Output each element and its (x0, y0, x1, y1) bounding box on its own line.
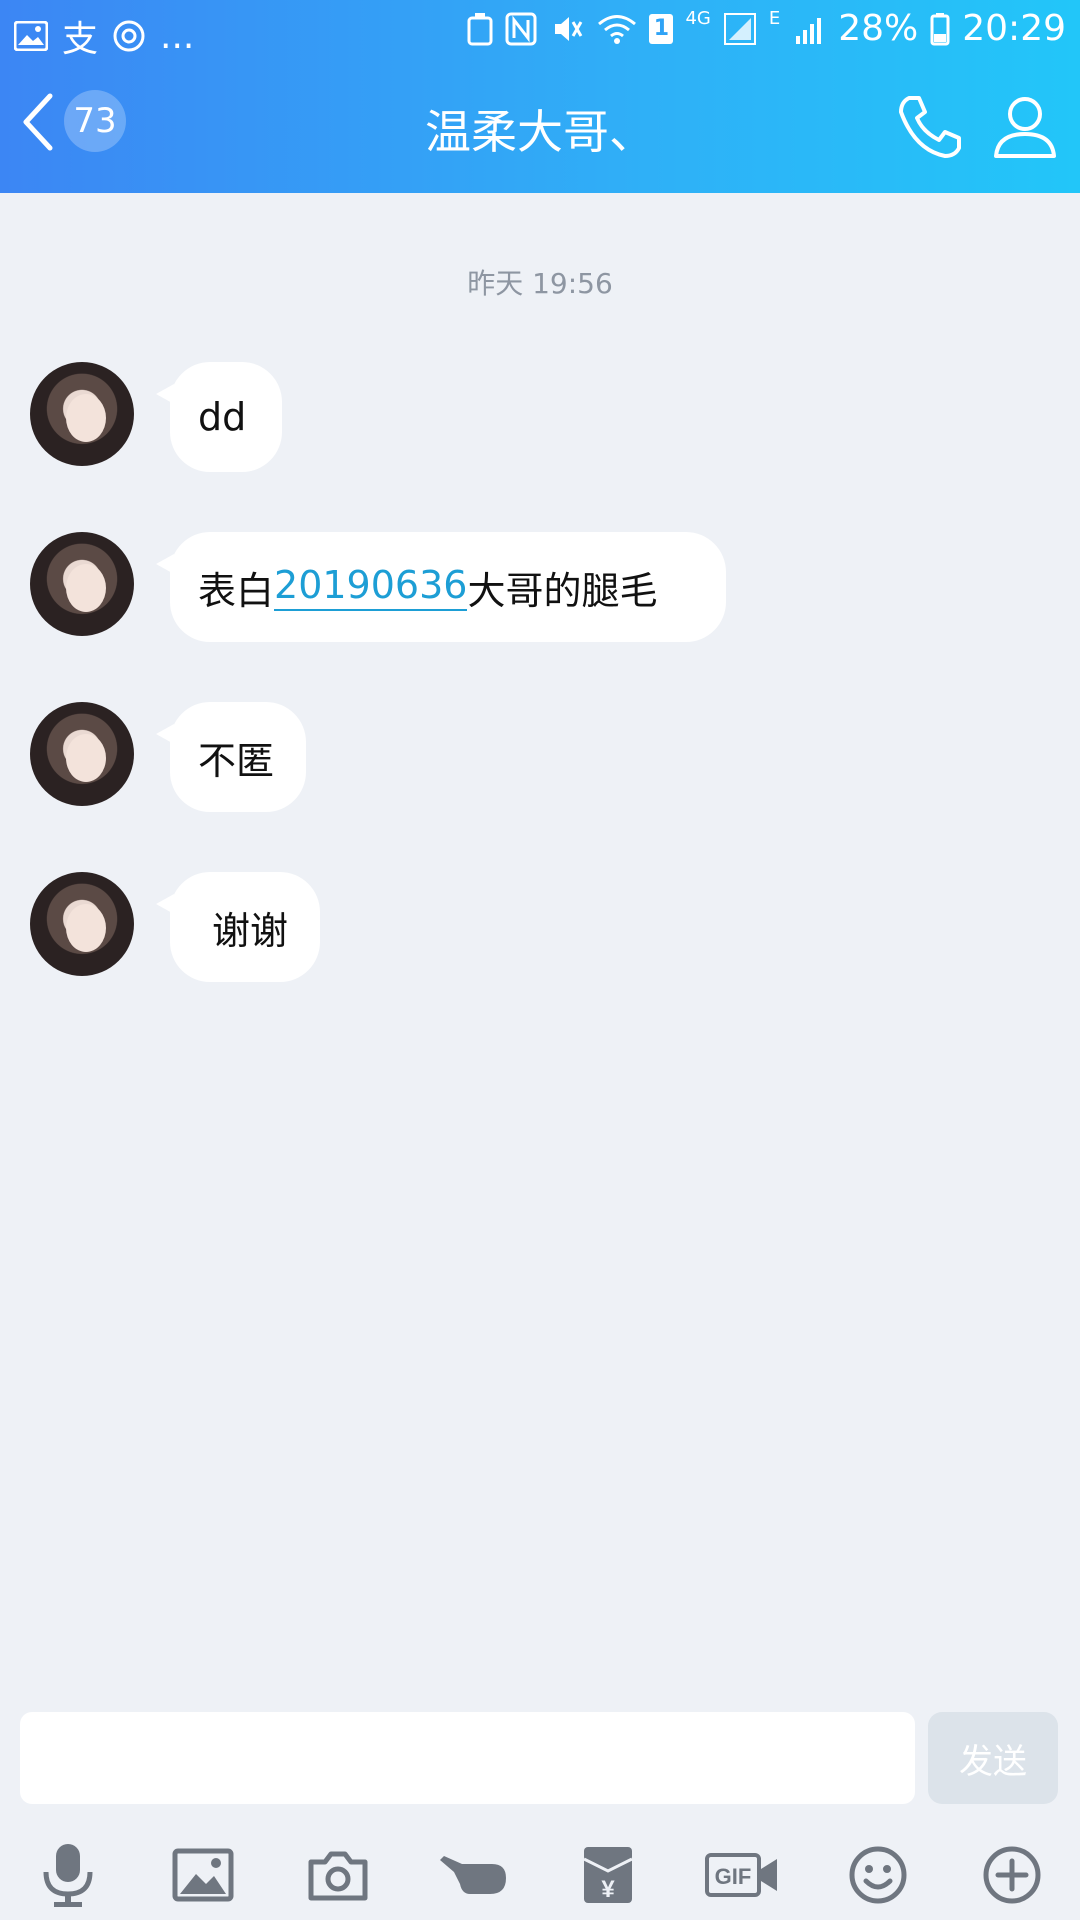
clock: 20:29 (962, 8, 1066, 49)
status-bar: 支 ... 1 4G E 28% 20:29 (0, 0, 1080, 62)
avatar[interactable] (30, 872, 134, 976)
gif-video-icon: GIF (705, 1853, 777, 1897)
message-bubble[interactable]: 谢谢 (156, 872, 320, 982)
pointing-hand-icon (440, 1856, 506, 1894)
sync-icon (112, 19, 146, 53)
message-text-prefix: 表白 (198, 568, 275, 613)
camera-button[interactable] (298, 1840, 378, 1910)
poke-button[interactable] (433, 1840, 513, 1910)
avatar[interactable] (30, 702, 134, 806)
yen-symbol: ¥ (601, 1876, 615, 1903)
more-button[interactable] (972, 1840, 1052, 1910)
network-type-e: E (768, 8, 781, 29)
image-icon (172, 1848, 234, 1902)
voice-button[interactable] (28, 1840, 108, 1910)
nfc-icon (505, 12, 537, 46)
title-bar: 73 温柔大哥、 (0, 62, 1080, 193)
photo-button[interactable] (163, 1840, 243, 1910)
gif-label: GIF (715, 1864, 752, 1889)
recycle-icon (467, 12, 493, 46)
profile-button[interactable] (990, 92, 1060, 162)
gif-button[interactable]: GIF (703, 1840, 783, 1910)
phone-icon (899, 96, 961, 158)
composer: 发送 (0, 1712, 1080, 1804)
avatar[interactable] (30, 532, 134, 636)
signal-icon-sim1 (723, 12, 757, 46)
message-timestamp: 昨天 19:56 (467, 267, 613, 300)
smiley-icon (849, 1846, 907, 1904)
image-notification-icon (14, 21, 48, 51)
call-button[interactable] (895, 92, 965, 162)
message-text: dd (198, 395, 247, 439)
mute-vibrate-icon (549, 12, 585, 46)
camera-icon (308, 1851, 368, 1901)
message-input[interactable] (20, 1712, 915, 1804)
message-bubble[interactable]: dd (156, 362, 282, 472)
message-bubble[interactable]: 不匿 (156, 702, 306, 812)
message-text-suffix: 大哥的腿毛 (467, 568, 658, 613)
alipay-icon: 支 (62, 19, 99, 60)
number-link[interactable]: 20190636 (274, 563, 468, 611)
battery-percent: 28% (838, 8, 919, 49)
network-type-4g: 4G (685, 8, 711, 29)
signal-icon-sim2 (792, 12, 826, 46)
message-text: 不匿 (198, 738, 275, 783)
input-toolbar: ¥ GIF (0, 1830, 1080, 1920)
microphone-icon (43, 1844, 93, 1907)
user-icon (994, 97, 1056, 158)
message-bubble[interactable]: 表白 20190636 大哥的腿毛 (156, 532, 726, 642)
red-packet-button[interactable]: ¥ (568, 1840, 648, 1910)
send-button[interactable]: 发送 (928, 1712, 1058, 1804)
plus-circle-icon (983, 1846, 1041, 1904)
emoji-button[interactable] (838, 1840, 918, 1910)
battery-icon (930, 12, 950, 46)
more-notifications: ... (160, 15, 195, 57)
avatar[interactable] (30, 362, 134, 466)
red-packet-icon: ¥ (583, 1847, 633, 1903)
sim-indicator: 1 (649, 13, 674, 44)
message-text: 谢谢 (212, 908, 289, 953)
wifi-icon (597, 13, 637, 45)
top-header: 支 ... 1 4G E 28% 20:29 73 温柔大哥、 (0, 0, 1080, 193)
